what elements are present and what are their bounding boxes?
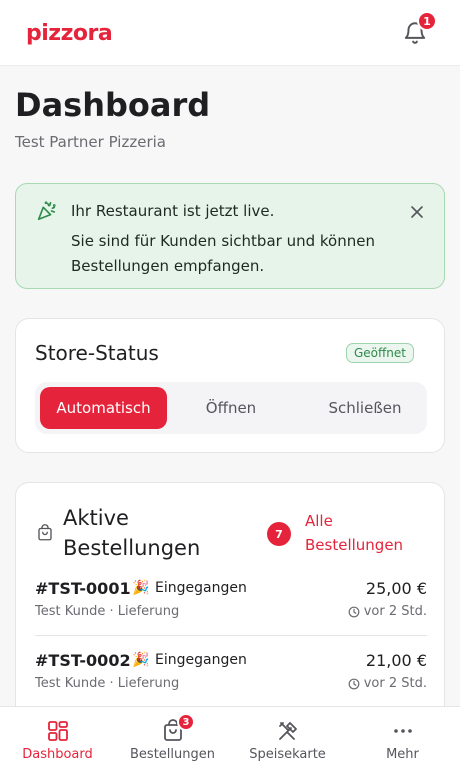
store-status-title: Store-Status — [35, 341, 159, 365]
order-row[interactable]: #TST-0002 🎉 Eingegangen Test Kunde · Lie… — [35, 651, 427, 711]
utensils-icon — [279, 722, 297, 740]
active-orders-card: Aktive Bestellungen 7 Alle Bestellungen … — [15, 482, 445, 742]
clock-icon — [348, 678, 360, 689]
divider — [35, 635, 427, 636]
order-price: 25,00 € — [365, 579, 427, 598]
order-status: Eingegangen — [155, 580, 247, 596]
clock-icon — [348, 606, 360, 617]
top-bar: pizzora 1 — [0, 0, 460, 66]
orders-tab-badge: 3 — [177, 713, 195, 731]
tab-dashboard[interactable]: Dashboard — [0, 707, 115, 783]
orders-count-badge: 7 — [267, 522, 291, 546]
order-time-text: vor 2 Std. — [363, 604, 427, 619]
tab-orders[interactable]: 3 Bestellungen — [115, 707, 230, 783]
live-banner-title: Ihr Restaurant ist jetzt live. — [71, 202, 275, 220]
live-banner: Ihr Restaurant ist jetzt live. Sie sind … — [15, 183, 445, 289]
party-popper-icon — [37, 201, 56, 221]
tab-label: Bestellungen — [130, 747, 215, 762]
active-orders-title: Aktive Bestellungen — [63, 506, 201, 560]
order-id: #TST-0002 — [35, 651, 131, 670]
shopping-bag-icon — [38, 524, 52, 541]
order-price: 21,00 € — [365, 651, 427, 670]
page-title: Dashboard — [15, 86, 211, 124]
tab-more[interactable]: Mehr — [345, 707, 460, 783]
store-status-segmented-control: Automatisch Öffnen Schließen — [35, 382, 427, 434]
all-orders-link[interactable]: Alle Bestellungen — [305, 509, 435, 557]
status-option-automatic[interactable]: Automatisch — [40, 387, 167, 429]
order-time: vor 2 Std. — [348, 604, 427, 619]
status-option-close[interactable]: Schließen — [310, 387, 420, 429]
tab-label: Mehr — [386, 747, 419, 762]
tab-label: Dashboard — [22, 747, 93, 762]
order-time-text: vor 2 Std. — [363, 676, 427, 691]
tab-menu[interactable]: Speisekarte — [230, 707, 345, 783]
party-emoji: 🎉 — [132, 652, 150, 668]
store-status-card: Store-Status Geöffnet Automatisch Öffnen… — [15, 318, 445, 453]
order-customer: Test Kunde · Lieferung — [35, 676, 180, 691]
status-badge: Geöffnet — [346, 343, 414, 363]
order-time: vor 2 Std. — [348, 676, 427, 691]
tab-label: Speisekarte — [249, 747, 326, 762]
more-dots-icon — [394, 729, 412, 733]
order-id: #TST-0001 — [35, 579, 131, 598]
close-icon[interactable] — [409, 204, 425, 220]
party-emoji: 🎉 — [132, 580, 150, 596]
status-option-open[interactable]: Öffnen — [185, 387, 277, 429]
order-customer: Test Kunde · Lieferung — [35, 604, 180, 619]
grid-icon — [48, 721, 68, 741]
page-subtitle: Test Partner Pizzeria — [15, 133, 166, 151]
live-banner-text: Sie sind für Kunden sichtbar und können … — [71, 232, 375, 275]
order-row[interactable]: #TST-0001 🎉 Eingegangen Test Kunde · Lie… — [35, 579, 427, 639]
app-logo[interactable]: pizzora — [26, 21, 113, 46]
order-status: Eingegangen — [155, 652, 247, 668]
notification-badge: 1 — [417, 11, 437, 31]
bottom-tab-bar: Dashboard 3 Bestellungen Speisekarte Meh… — [0, 706, 460, 783]
